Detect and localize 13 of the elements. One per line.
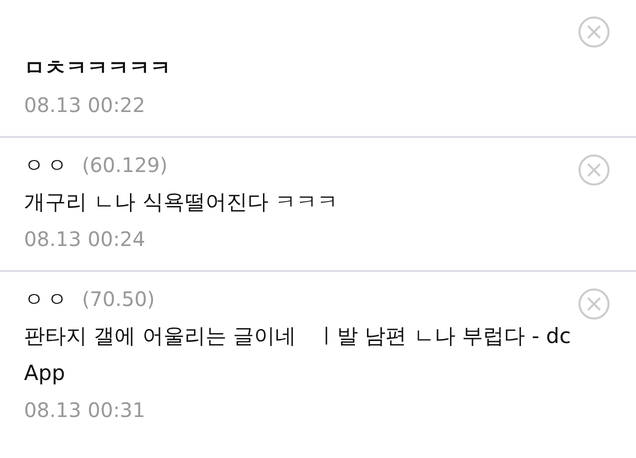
author-name: ㅇㅇ — [24, 152, 70, 179]
ip-address: (70.50) — [82, 287, 155, 311]
close-icon[interactable] — [578, 154, 610, 186]
ip-address: (60.129) — [82, 153, 168, 177]
comment-time: 08.13 00:24 — [24, 226, 146, 253]
comment-time: 08.13 00:31 — [24, 397, 146, 424]
comment-text: ㅁㅊㅋㅋㅋㅋㅋ — [24, 55, 172, 82]
close-icon[interactable] — [578, 288, 610, 320]
close-icon[interactable] — [578, 16, 610, 48]
comment-time: 08.13 00:22 — [24, 92, 146, 119]
author-name: ㅇㅇ — [24, 286, 70, 313]
comment-text: 개구리 ㄴ나 식욕떨어진다 ㅋㅋㅋ — [24, 189, 340, 216]
comment-text: 판타지 갤에 어울리는 글이네 ㅣ발 남편 ㄴ나 부럽다 - dc App — [24, 323, 572, 387]
